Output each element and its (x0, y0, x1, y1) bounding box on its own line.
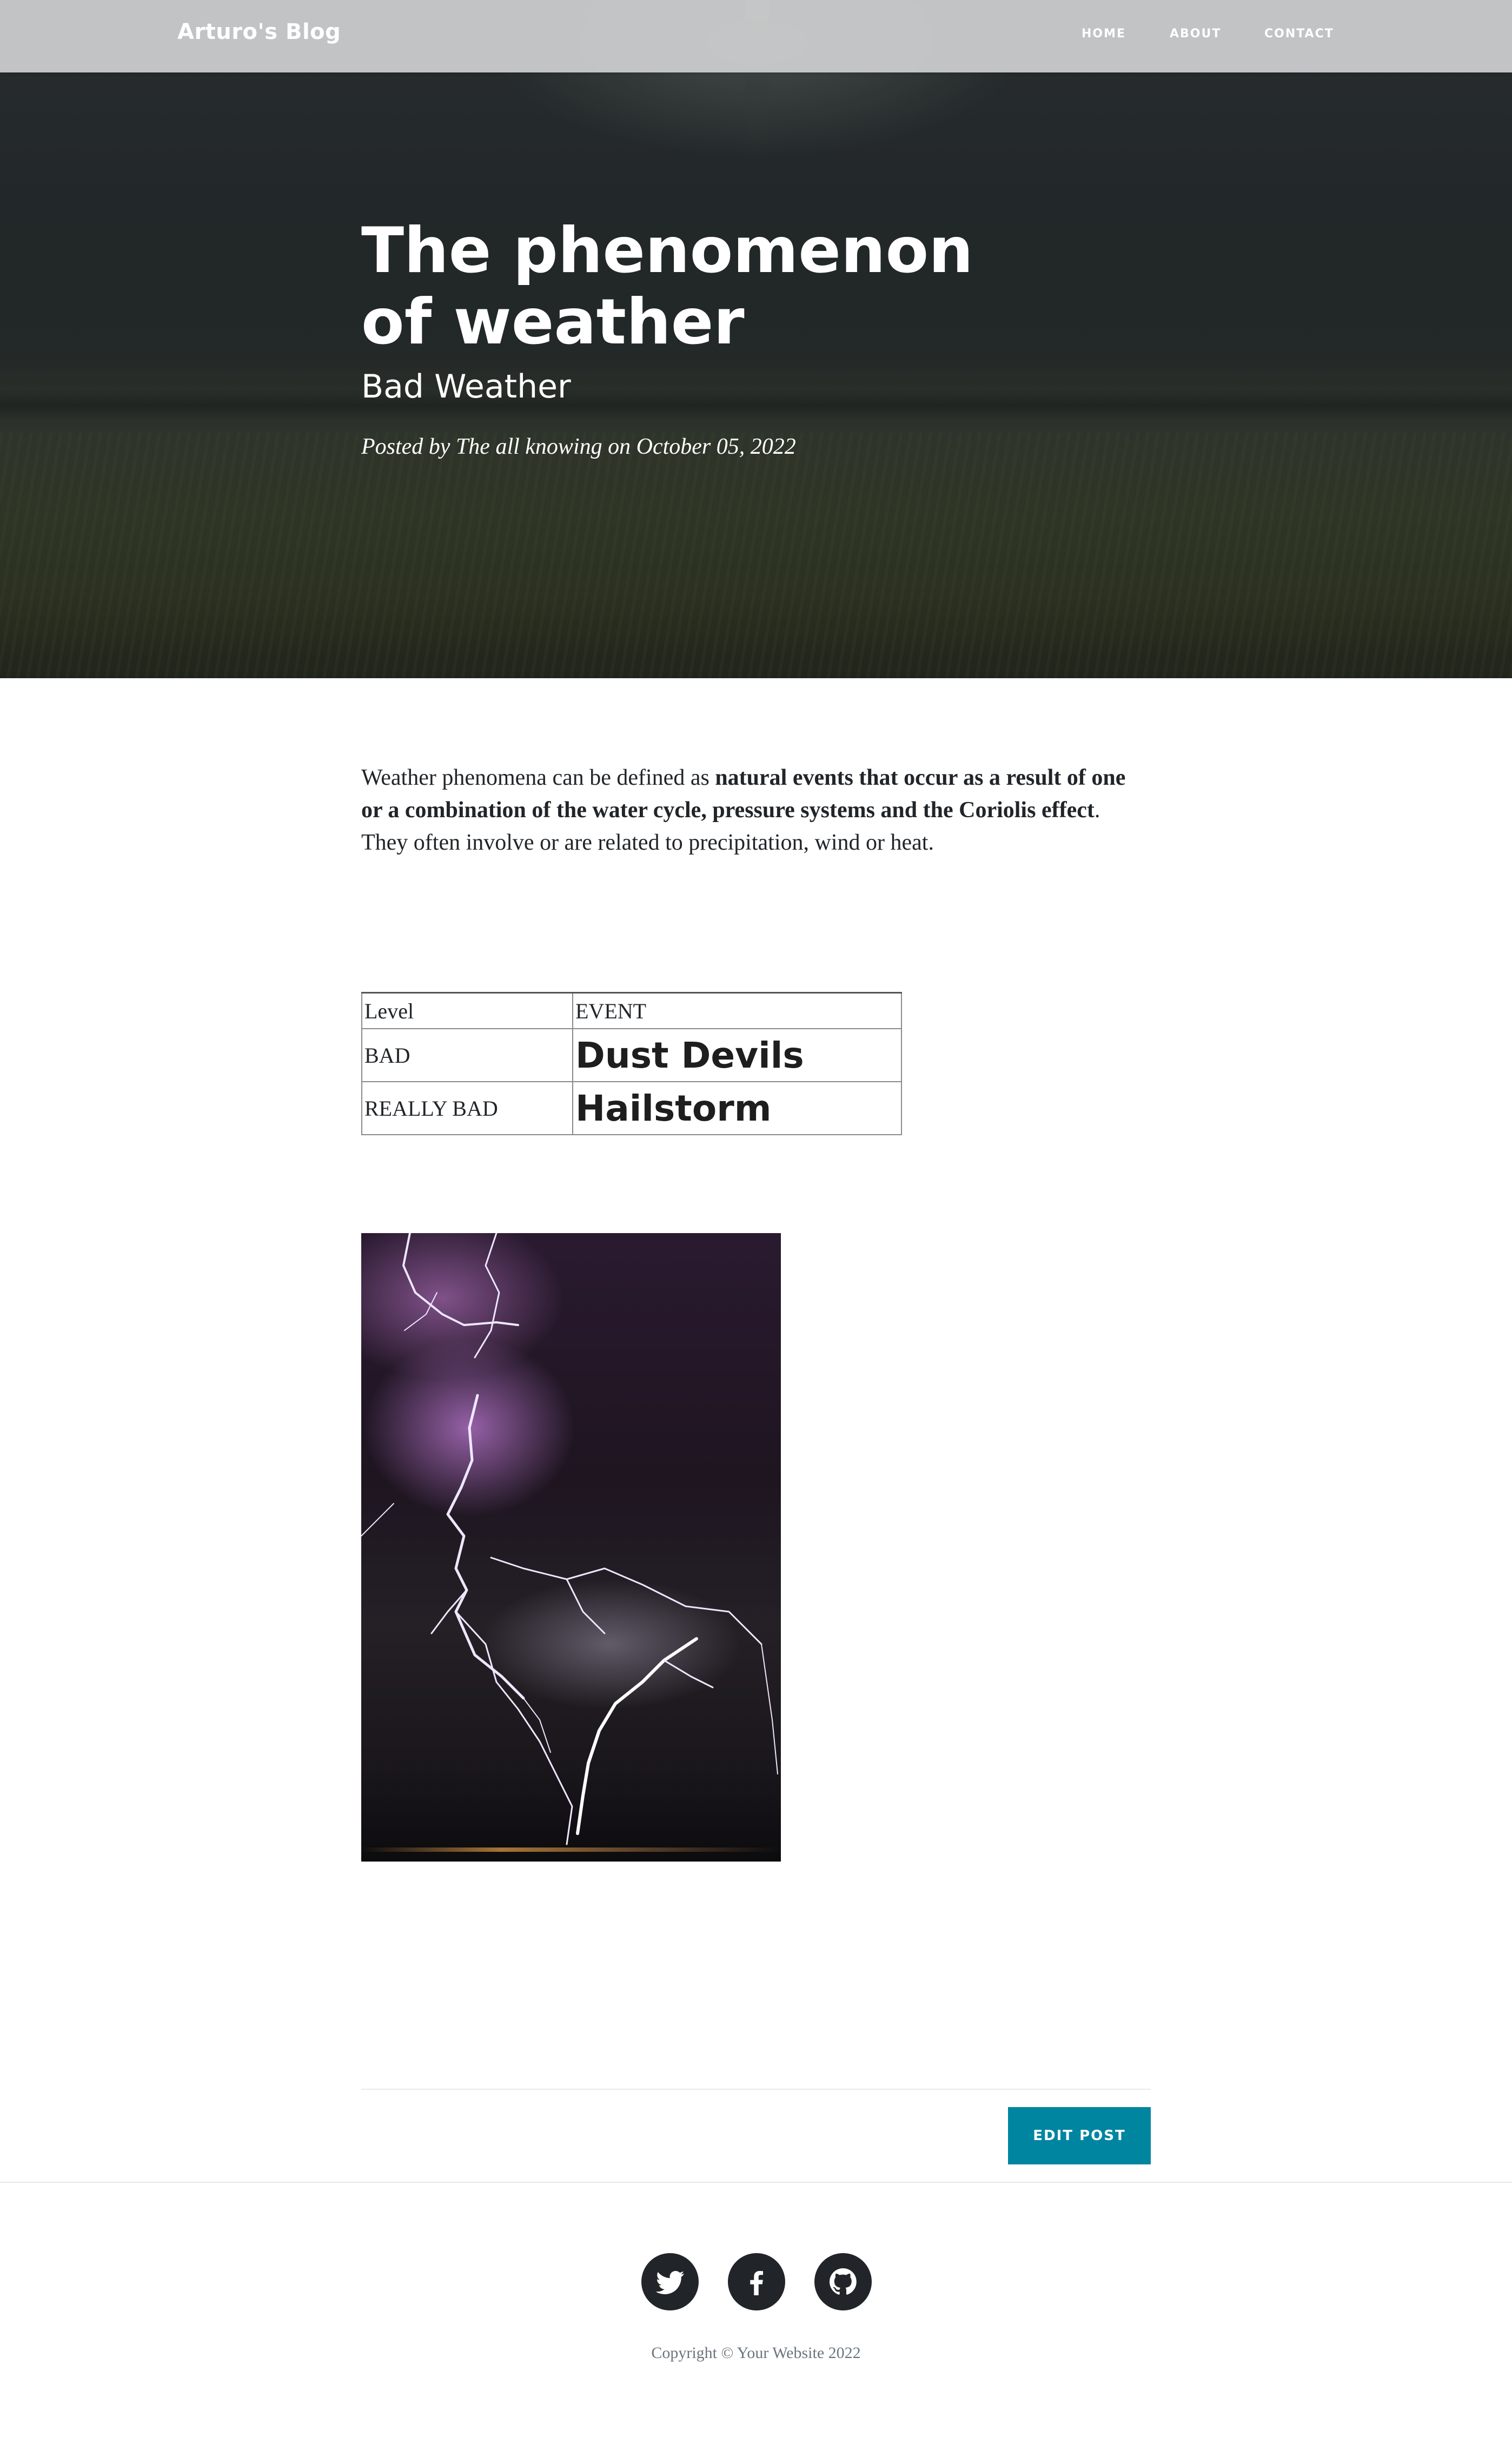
event-cell: Dust Devils (572, 1028, 902, 1082)
header-level: Level (361, 992, 573, 1029)
github-link[interactable] (814, 2253, 872, 2310)
post-meta: Posted by The all knowing on October 05,… (361, 434, 796, 460)
footer: Copyright © Your Website 2022 (0, 2182, 1512, 2437)
events-table: Level EVENT BAD Dust Devils REALLY BAD H… (361, 992, 902, 1135)
city-lights (361, 1847, 781, 1852)
post-header: The phenomenon of weather Bad Weather Po… (0, 0, 1512, 678)
post-date: October 05, 2022 (636, 434, 796, 459)
level-cell: REALLY BAD (361, 1081, 573, 1135)
twitter-icon (655, 2271, 685, 2294)
table-row: BAD Dust Devils (361, 1028, 902, 1082)
post-meta-on: on (608, 434, 631, 459)
facebook-link[interactable] (728, 2253, 785, 2310)
content-divider (361, 2089, 1151, 2090)
nav-link-home[interactable]: HOME (1082, 27, 1126, 41)
post-author: The all knowing (455, 434, 602, 459)
facebook-icon (750, 2271, 763, 2295)
nav-link-about[interactable]: ABOUT (1170, 27, 1221, 41)
nav-link-contact[interactable]: CONTACT (1264, 27, 1334, 41)
article-intro: Weather phenomena can be defined as natu… (361, 761, 1151, 859)
post-subtitle: Bad Weather (361, 368, 571, 406)
lightning-bolts (361, 1233, 778, 1845)
lightning-image (361, 1233, 781, 1862)
table-row: REALLY BAD Hailstorm (361, 1081, 902, 1135)
header-event: EVENT (572, 992, 902, 1029)
github-icon (830, 2268, 857, 2295)
copyright: Copyright © Your Website 2022 (651, 2344, 861, 2362)
twitter-link[interactable] (641, 2253, 699, 2310)
navbar: Arturo's Blog HOME ABOUT CONTACT (0, 0, 1512, 72)
edit-post-button[interactable]: EDIT POST (1008, 2107, 1151, 2164)
event-cell: Hailstorm (572, 1081, 902, 1135)
level-cell: BAD (361, 1028, 573, 1082)
post-meta-prefix: Posted by (361, 434, 450, 459)
intro-lead: Weather phenomena can be defined as (361, 765, 715, 790)
post-title: The phenomenon of weather (361, 214, 973, 359)
table-header-row: Level EVENT (361, 992, 902, 1029)
brand-link[interactable]: Arturo's Blog (177, 19, 341, 44)
